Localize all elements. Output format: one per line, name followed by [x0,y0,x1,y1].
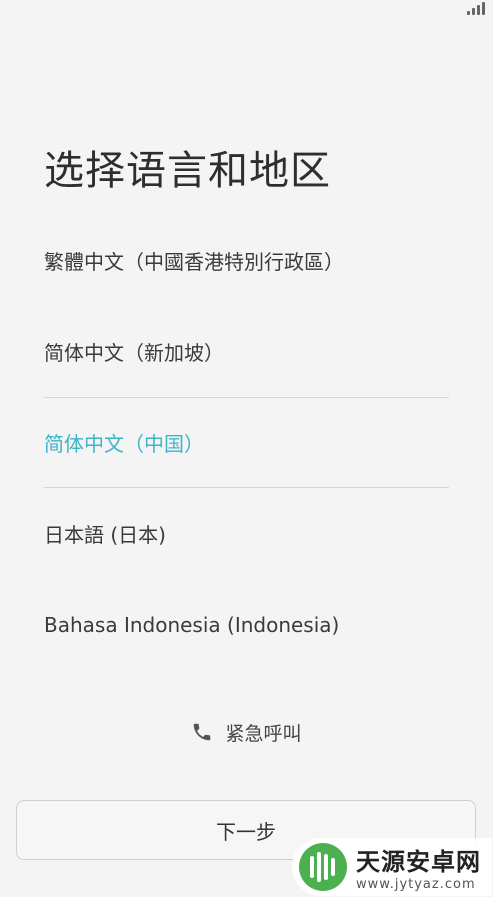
language-item-ja-jp[interactable]: 日本語 (日本) [44,488,449,579]
emergency-call-label: 紧急呼叫 [225,722,302,745]
watermark-title: 天源安卓网 [356,848,481,876]
language-item-zh-sg[interactable]: 简体中文（新加坡） [44,306,449,397]
language-item-id-id[interactable]: Bahasa Indonesia (Indonesia) [44,579,449,670]
signal-strength-icon [467,1,487,15]
language-item-zh-cn[interactable]: 简体中文（中国） [44,397,449,488]
android-logo-icon [299,843,347,891]
language-list: 繁體中文（中國香港特別行政區） 简体中文（新加坡） 简体中文（中国） 日本語 (… [44,215,449,670]
status-bar [0,0,493,18]
language-item-zh-hk[interactable]: 繁體中文（中國香港特別行政區） [44,215,449,306]
phone-icon [194,723,211,741]
watermark-badge: 天源安卓网 www.jytyaz.com [292,838,492,896]
watermark-url: www.jytyaz.com [356,877,476,892]
page-title: 选择语言和地区 [44,148,331,194]
emergency-call-button[interactable]: 紧急呼叫 [0,716,493,748]
